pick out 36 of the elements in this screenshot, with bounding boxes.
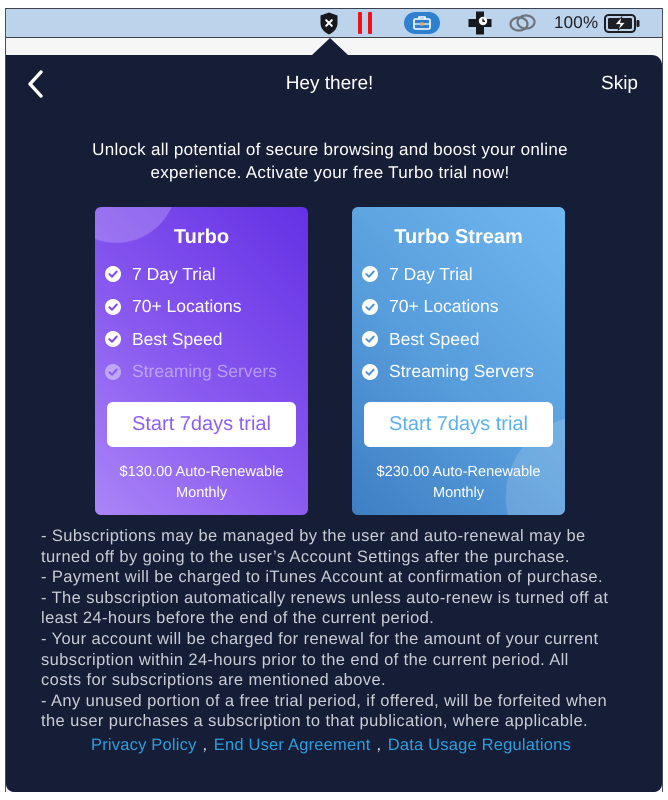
footer-link[interactable]: Data Usage Regulations xyxy=(388,734,571,756)
price-text: $230.00 Auto-Renewable Monthly xyxy=(376,463,542,502)
feature-label: 70+ Locations xyxy=(389,296,498,318)
back-chevron-icon xyxy=(26,70,44,98)
feature-label: Streaming Servers xyxy=(132,361,277,382)
start-trial-button[interactable]: Start 7days trial xyxy=(107,402,296,447)
terms-paragraph: - Any unused portion of a free trial period, if offered, will be forfeited when the user purchases a subscription to that publication, where applicable. xyxy=(41,690,608,732)
terms-paragraph: - Payment will be charged to iTunes Account at confirmation of purchase. xyxy=(41,567,604,588)
toolbox-button[interactable] xyxy=(404,12,440,34)
footer-link[interactable]: Privacy Policy xyxy=(91,734,197,756)
feature-label: Best Speed xyxy=(389,328,480,350)
dialog-title: Hey there! xyxy=(284,73,374,95)
footer-link[interactable]: End User Agreement xyxy=(214,734,370,756)
intro-text: Unlock all potential of secure browsing and boost your online experience. Activate your free Turbo trial now! xyxy=(91,139,569,184)
back-button[interactable] xyxy=(26,70,44,98)
pause-icon[interactable] xyxy=(358,12,372,34)
plan-title: Turbo xyxy=(172,225,230,250)
toolbox-icon xyxy=(413,16,431,30)
shield-icon[interactable] xyxy=(320,12,338,34)
terms-paragraph: - Subscriptions may be managed by the user and auto-renewal may be turned off by going to the user’s Account Settings after the purchase. xyxy=(41,526,587,568)
plus-clock-icon[interactable] xyxy=(468,11,492,35)
link-separator: ， xyxy=(370,734,388,756)
feature-label: 7 Day Trial xyxy=(132,264,216,285)
skip-button[interactable]: Skip xyxy=(601,71,638,97)
feature-label: 70+ Locations xyxy=(132,296,242,318)
price-text: $130.00 Auto-Renewable Monthly xyxy=(118,463,284,502)
battery-percentage: 100% xyxy=(554,13,598,33)
linked-rings-icon[interactable] xyxy=(508,13,537,33)
terms-paragraph: - The subscription automatically renews unless auto-renew is turned off at least 24-hours before the end of the current period. xyxy=(41,588,610,629)
feature-label: Streaming Servers xyxy=(389,361,534,382)
terms-paragraph: - Your account will be charged for renewal for the amount of your current subscription within 24-hours prior to the end of the current period. All costs for subscriptions are mentioned above. xyxy=(41,628,600,691)
plan-title: Turbo Stream xyxy=(393,225,524,250)
battery-charging-icon[interactable] xyxy=(604,14,640,32)
feature-label: Best Speed xyxy=(132,328,222,350)
feature-label: 7 Day Trial xyxy=(389,264,473,285)
link-separator: ， xyxy=(196,734,214,756)
